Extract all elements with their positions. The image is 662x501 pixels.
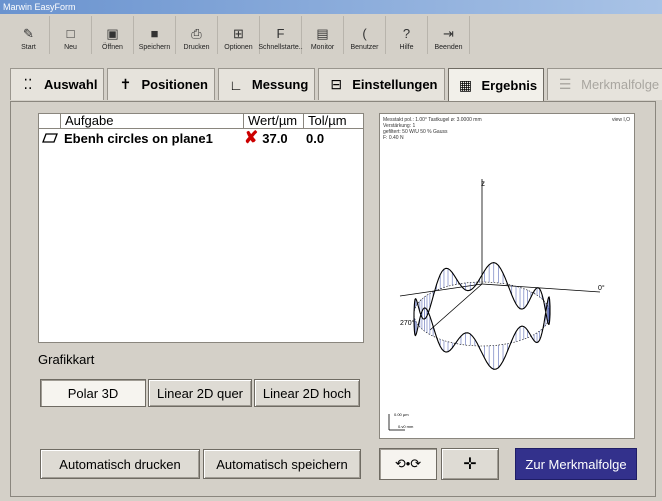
grafikkart-label: Grafikkart [38, 352, 95, 367]
axis-270-line [429, 283, 483, 331]
toolbar-monitor-button[interactable]: ▤ Monitor [302, 16, 344, 54]
toolbar-8-icon: ( [362, 26, 367, 41]
axis-0-label: 0° [598, 284, 605, 292]
tab-bar: ⁚⁚ Auswahl ✝ Positionen ∟ Messung ⊟ Einstellung… [10, 68, 662, 102]
toolbar-öffnen-button[interactable]: ▣ Öffnen [92, 16, 134, 54]
toolbar-hilfe-button[interactable]: ? Hilfe [386, 16, 428, 54]
col-icon-header [39, 114, 61, 128]
tab-label: Auswahl [44, 77, 98, 92]
tab-ergebnis-icon: ▦ [458, 77, 473, 93]
toolbar-label: Start [21, 44, 36, 51]
tab-label: Positionen [141, 77, 208, 92]
col-wert-header[interactable]: Wert/µm [244, 114, 304, 128]
toolbar-drucken-button[interactable]: ⎙ Drucken [176, 16, 218, 54]
toolbar-label: Monitor [310, 44, 335, 51]
scale-label-1: 0.00 µm [394, 412, 409, 417]
fail-x-icon: ✘ [244, 128, 259, 147]
tab-merkmalfolge-icon: ☰ [558, 76, 572, 92]
toolbar-start-button[interactable]: ✎ Start [8, 16, 50, 54]
tab-merkmalfolge: ☰ Merkmalfolge [547, 68, 662, 100]
toolbar-9-icon: ? [402, 26, 411, 41]
toolbar-label: Hilfe [399, 44, 414, 51]
toolbar-0-icon: ✎ [23, 26, 34, 41]
auto-print-button[interactable]: Automatisch drucken [40, 449, 200, 479]
rotate-view-icon: ⟲•⟳ [394, 456, 422, 471]
axis-270-label: 270° [400, 319, 415, 327]
toolbar-5-icon: ⊞ [233, 26, 244, 41]
results-table: Aufgabe Wert/µm Tol/µm Ebenh circles on … [38, 113, 364, 343]
toolbar-label: Neu [64, 44, 77, 51]
auto-save-button[interactable]: Automatisch speichern [203, 449, 361, 479]
toolbar-label: Benutzer [350, 44, 379, 51]
table-header: Aufgabe Wert/µm Tol/µm [39, 114, 363, 129]
toolbar-neu-button[interactable]: □ Neu [50, 16, 92, 54]
tab-messung-icon: ∟ [229, 76, 243, 93]
tab-auswahl[interactable]: ⁚⁚ Auswahl [10, 68, 105, 100]
tab-einstellungen[interactable]: ⊟ Einstellungen [318, 68, 445, 100]
main-toolbar: ✎ Start □ Neu ▣ Öffnen ■ Speichern ⎙ Drucken ⊞ Opti… [8, 16, 470, 54]
view-move-button[interactable]: ✛ [441, 448, 499, 480]
toolbar-10-icon: ⇥ [443, 26, 454, 41]
cell-task: Ebenh circles on plane1 [64, 130, 213, 146]
table-row[interactable]: Ebenh circles on plane1 ✘ 37.0 0.0 [39, 129, 363, 147]
zur-merkmalfolge-button[interactable]: Zur Merkmalfolge [515, 448, 637, 480]
tab-einstellungen-icon: ⊟ [330, 76, 343, 92]
tab-label: Ergebnis [481, 78, 538, 93]
toolbar-speichern-button[interactable]: ■ Speichern [134, 16, 176, 54]
toolbar-optionen-button[interactable]: ⊞ Optionen [218, 16, 260, 54]
toolbar-schnellstarte-button[interactable]: F Schnellstarte.. [258, 16, 303, 54]
move-cross-icon: ✛ [463, 456, 477, 473]
polar-3d-graph: Messtakt pol.: 1.00° Tastkugel ø: 3.0000… [379, 113, 635, 439]
toolbar-label: Schnellstarte.. [258, 44, 303, 51]
toolbar-7-icon: ▤ [316, 26, 329, 41]
toolbar-2-icon: ▣ [106, 26, 119, 41]
toolbar-label: Optionen [224, 44, 253, 51]
tab-label: Messung [251, 77, 309, 92]
cell-value: 37.0 [262, 130, 288, 146]
toolbar-label: Drucken [183, 44, 210, 51]
tab-label: Einstellungen [352, 77, 438, 92]
tab-positionen-icon: ✝ [119, 76, 132, 92]
col-tol-header[interactable]: Tol/µm [304, 114, 363, 128]
toolbar-4-icon: ⎙ [191, 26, 202, 41]
cell-tol: 0.0 [306, 130, 325, 146]
plane-icon [42, 132, 58, 143]
window-title: Marwin EasyForm [0, 0, 662, 14]
tab-label: Merkmalfolge [581, 77, 660, 92]
toolbar-label: Speichern [138, 44, 171, 51]
polar-plot: z 0° 270° 0.00 µm 0.v0 mm [388, 179, 605, 431]
toolbar-benutzer-button[interactable]: ( Benutzer [344, 16, 386, 54]
polar-profile [399, 179, 601, 370]
col-aufgabe-header[interactable]: Aufgabe [61, 114, 244, 128]
axis-z-label: z [481, 179, 485, 188]
tab-auswahl-icon: ⁚⁚ [23, 76, 33, 92]
toolbar-label: Beenden [434, 44, 463, 51]
tab-messung[interactable]: ∟ Messung [217, 68, 316, 100]
polar-3d-button[interactable]: Polar 3D [40, 379, 146, 407]
scale-label-2: 0.v0 mm [398, 424, 414, 429]
scale-marker: 0.00 µm 0.v0 mm [388, 412, 414, 431]
toolbar-1-icon: □ [66, 26, 75, 41]
toolbar-6-icon: F [276, 26, 285, 41]
linear-2d-hoch-button[interactable]: Linear 2D hoch [254, 379, 360, 407]
tab-ergebnis[interactable]: ▦ Ergebnis [447, 68, 545, 102]
tab-positionen[interactable]: ✝ Positionen [107, 68, 215, 100]
toolbar-label: Öffnen [102, 44, 123, 51]
linear-2d-quer-button[interactable]: Linear 2D quer [148, 379, 252, 407]
toolbar-3-icon: ■ [150, 26, 159, 41]
view-rotate-button[interactable]: ⟲•⟳ [379, 448, 437, 480]
toolbar-beenden-button[interactable]: ⇥ Beenden [428, 16, 470, 54]
